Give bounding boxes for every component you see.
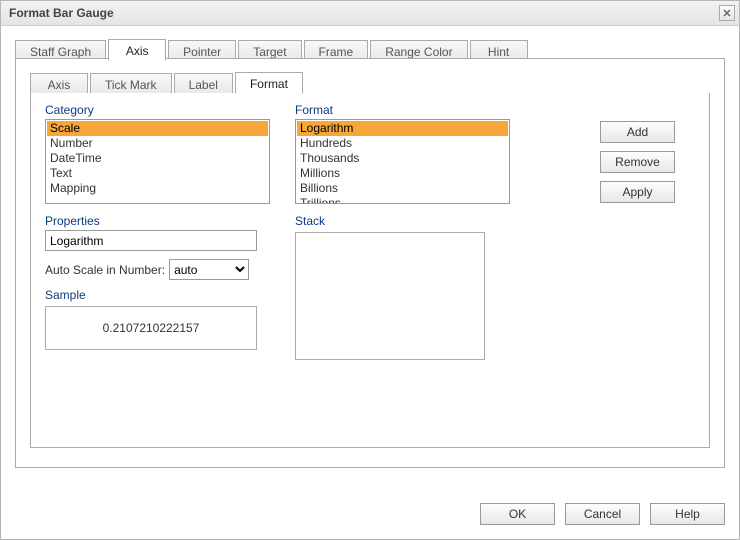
auto-scale-label: Auto Scale in Number:	[45, 263, 165, 277]
apply-button[interactable]: Apply	[600, 181, 675, 203]
format-panel: Category ScaleNumberDateTimeTextMapping …	[30, 93, 710, 448]
auto-scale-row: Auto Scale in Number: auto	[45, 259, 270, 280]
actions-column: Add Remove Apply	[510, 103, 695, 360]
tab-primary-axis[interactable]: Axis	[108, 39, 166, 61]
tab-secondary-label[interactable]: Label	[174, 73, 233, 95]
sample-value: 0.2107210222157	[103, 321, 200, 335]
ok-button[interactable]: OK	[480, 503, 555, 525]
primary-panel: AxisTick MarkLabelFormat Category ScaleN…	[15, 58, 725, 468]
properties-input[interactable]	[45, 230, 257, 251]
format-item-billions[interactable]: Billions	[297, 181, 508, 196]
cancel-button[interactable]: Cancel	[565, 503, 640, 525]
tab-secondary-format[interactable]: Format	[235, 72, 303, 94]
format-item-logarithm[interactable]: Logarithm	[297, 121, 508, 136]
format-label: Format	[295, 103, 510, 117]
format-column: Format LogarithmHundredsThousandsMillion…	[295, 103, 510, 360]
auto-scale-select[interactable]: auto	[169, 259, 249, 280]
format-listbox[interactable]: LogarithmHundredsThousandsMillionsBillio…	[295, 119, 510, 204]
remove-button[interactable]: Remove	[600, 151, 675, 173]
category-item-datetime[interactable]: DateTime	[47, 151, 268, 166]
category-column: Category ScaleNumberDateTimeTextMapping …	[45, 103, 270, 360]
close-icon[interactable]: ✕	[719, 5, 735, 21]
stack-box[interactable]	[295, 232, 485, 360]
category-item-number[interactable]: Number	[47, 136, 268, 151]
content-area: Staff GraphAxisPointerTargetFrameRange C…	[1, 26, 739, 493]
tab-secondary-tick-mark[interactable]: Tick Mark	[90, 73, 172, 95]
tab-secondary-axis[interactable]: Axis	[30, 73, 88, 95]
help-button[interactable]: Help	[650, 503, 725, 525]
sample-box: 0.2107210222157	[45, 306, 257, 350]
footer: OK Cancel Help	[1, 493, 739, 539]
stack-label: Stack	[295, 214, 510, 228]
properties-label: Properties	[45, 214, 270, 228]
category-item-mapping[interactable]: Mapping	[47, 181, 268, 196]
category-label: Category	[45, 103, 270, 117]
dialog-window: Format Bar Gauge ✕ Staff GraphAxisPointe…	[0, 0, 740, 540]
format-item-thousands[interactable]: Thousands	[297, 151, 508, 166]
tabs-primary: Staff GraphAxisPointerTargetFrameRange C…	[15, 38, 725, 60]
category-listbox[interactable]: ScaleNumberDateTimeTextMapping	[45, 119, 270, 204]
format-item-hundreds[interactable]: Hundreds	[297, 136, 508, 151]
titlebar: Format Bar Gauge ✕	[1, 1, 739, 26]
sample-label: Sample	[45, 288, 270, 302]
add-button[interactable]: Add	[600, 121, 675, 143]
tabs-secondary: AxisTick MarkLabelFormat	[30, 71, 710, 93]
window-title: Format Bar Gauge	[9, 6, 114, 20]
category-item-text[interactable]: Text	[47, 166, 268, 181]
category-item-scale[interactable]: Scale	[47, 121, 268, 136]
format-item-trillions[interactable]: Trillions	[297, 196, 508, 204]
format-item-millions[interactable]: Millions	[297, 166, 508, 181]
